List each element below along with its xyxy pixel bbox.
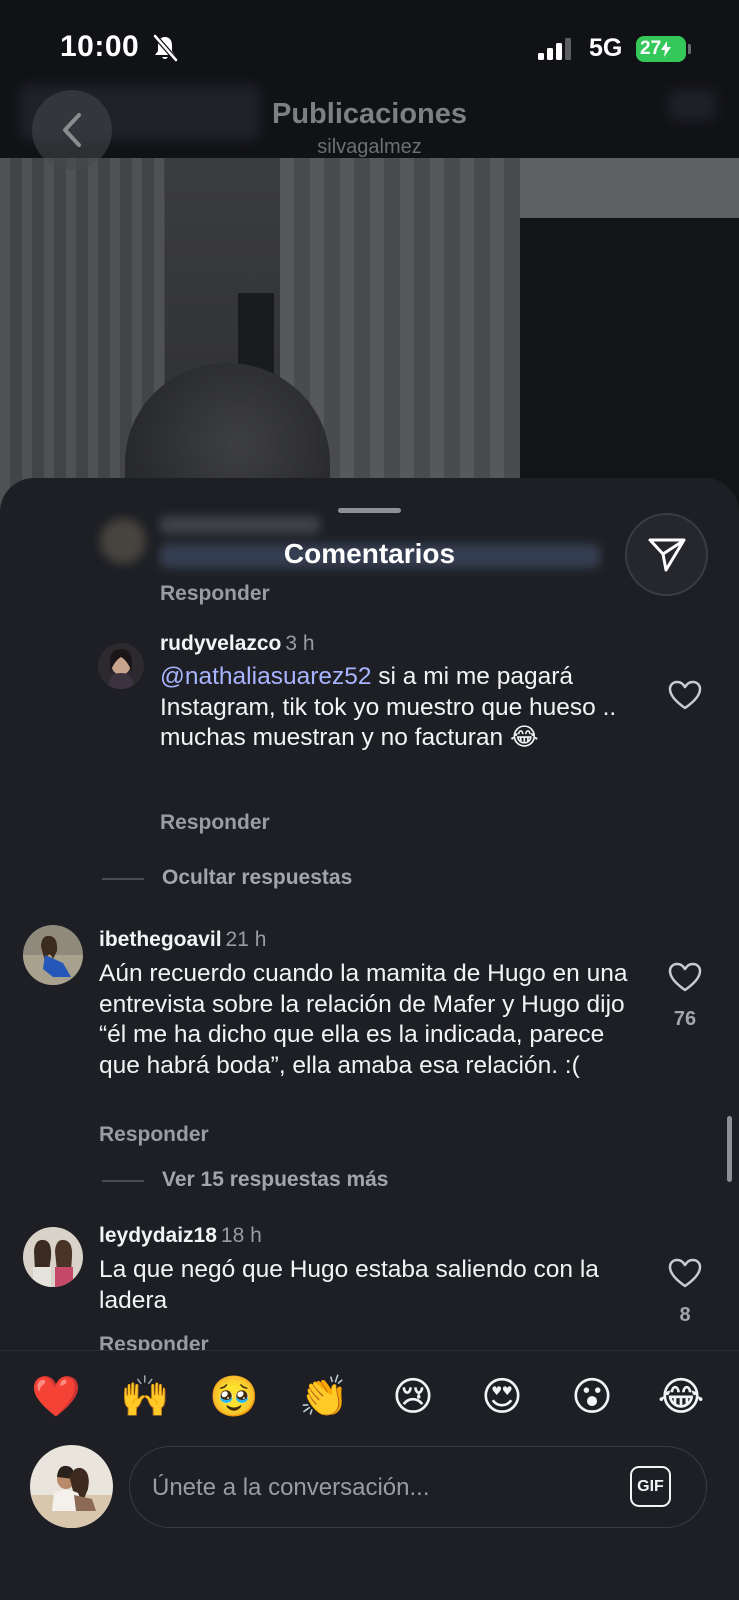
reaction-surprised-face[interactable]: 😮 bbox=[564, 1369, 620, 1425]
heart-outline-icon[interactable] bbox=[668, 962, 702, 992]
view-more-replies-button[interactable]: Ver 15 respuestas más bbox=[162, 1168, 389, 1192]
reaction-tears-of-joy[interactable]: 😂 bbox=[653, 1369, 709, 1425]
charging-bolt-icon bbox=[661, 41, 672, 57]
reply-button[interactable]: Responder bbox=[99, 1123, 209, 1147]
status-time: 10:00 bbox=[60, 30, 140, 63]
like-count: 76 bbox=[673, 1008, 697, 1030]
avatar bbox=[30, 1445, 113, 1528]
comment-username[interactable]: ibethegoavil bbox=[99, 928, 222, 951]
avatar[interactable] bbox=[23, 1227, 83, 1287]
network-type: 5G bbox=[589, 34, 623, 62]
post-background: Publicaciones silvagalmez bbox=[0, 0, 739, 520]
status-bar: 10:00 5G 27 bbox=[0, 0, 739, 63]
reaction-holding-back-tears[interactable]: 🥹 bbox=[206, 1369, 262, 1425]
comment-text: La que negó que Hugo estaba saliendo con… bbox=[99, 1256, 599, 1314]
comment-username[interactable]: rudyvelazco bbox=[160, 632, 281, 655]
share-button[interactable] bbox=[625, 513, 708, 596]
chevron-left-icon bbox=[63, 113, 81, 147]
mention-link[interactable]: @nathaliasuarez52 bbox=[160, 663, 371, 690]
gif-label: GIF bbox=[637, 1477, 664, 1495]
comment-header: rudyvelazco 3 h bbox=[160, 632, 315, 656]
reply-button[interactable]: Responder bbox=[160, 582, 270, 606]
like-count: 8 bbox=[679, 1304, 691, 1326]
gif-button[interactable]: GIF bbox=[630, 1466, 671, 1507]
comment-input[interactable] bbox=[152, 1469, 612, 1507]
comment-time: 21 h bbox=[225, 928, 267, 951]
reaction-crying-face[interactable]: 😢 bbox=[385, 1369, 441, 1425]
post-photo bbox=[0, 158, 739, 520]
quick-reactions-bar: ❤️ 🙌 🥹 👏 😢 😍 😮 😂 bbox=[0, 1369, 739, 1425]
comment-header: leydydaiz18 18 h bbox=[99, 1224, 262, 1248]
comment-header: ibethegoavil 21 h bbox=[99, 928, 266, 952]
battery-level: 27 bbox=[640, 38, 662, 59]
heart-outline-icon[interactable] bbox=[668, 680, 702, 710]
avatar[interactable] bbox=[23, 925, 83, 985]
reaction-heart-eyes[interactable]: 😍 bbox=[474, 1369, 530, 1425]
comment-username[interactable]: leydydaiz18 bbox=[99, 1224, 217, 1247]
comment-time: 18 h bbox=[220, 1224, 262, 1247]
comment-composer-area: ❤️ 🙌 🥹 👏 😢 😍 😮 😂 GIF bbox=[0, 1350, 739, 1600]
comment-text: Aún recuerdo cuando la mamita de Hugo en… bbox=[99, 960, 628, 1079]
comment-text: @nathaliasuarez52 si a mi me pagará Inst… bbox=[160, 662, 630, 754]
blurred-username bbox=[160, 516, 320, 534]
heart-outline-icon[interactable] bbox=[668, 1258, 702, 1288]
comment-time: 3 h bbox=[285, 632, 315, 655]
sheet-grabber[interactable] bbox=[338, 508, 401, 513]
bell-slash-icon bbox=[153, 34, 178, 62]
reaction-red-heart[interactable]: ❤️ bbox=[28, 1369, 84, 1425]
scrollbar[interactable] bbox=[727, 1116, 732, 1182]
hide-replies-button[interactable]: Ocultar respuestas bbox=[162, 866, 352, 890]
reply-button[interactable]: Responder bbox=[160, 811, 270, 835]
reaction-raising-hands[interactable]: 🙌 bbox=[117, 1369, 173, 1425]
comment-input-box[interactable]: GIF bbox=[129, 1446, 707, 1528]
cellular-signal-icon bbox=[538, 38, 571, 60]
reaction-clapping-hands[interactable]: 👏 bbox=[296, 1369, 352, 1425]
paper-plane-icon bbox=[648, 538, 685, 571]
back-button[interactable] bbox=[32, 90, 112, 170]
battery-indicator: 27 bbox=[636, 36, 686, 62]
avatar[interactable] bbox=[98, 643, 144, 689]
